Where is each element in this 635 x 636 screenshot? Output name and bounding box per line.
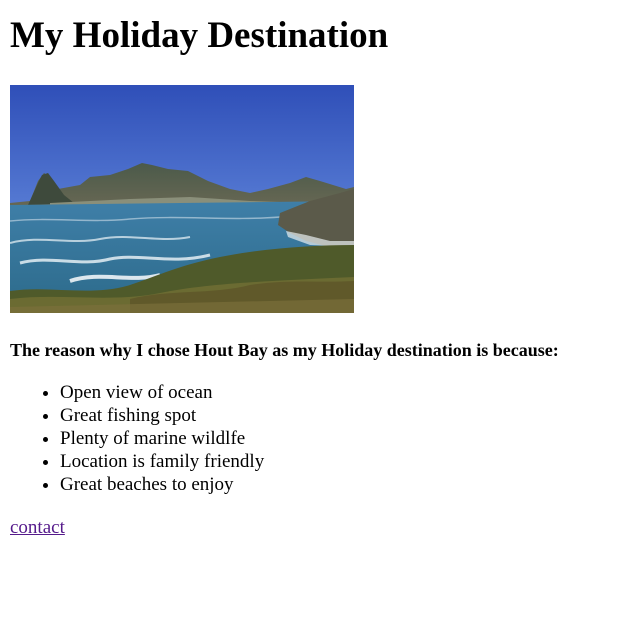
- list-item: Open view of ocean: [60, 381, 625, 404]
- list-item: Plenty of marine wildlfe: [60, 427, 625, 450]
- hout-bay-photo: [10, 85, 354, 313]
- page-content: My Holiday Destination The reason why I …: [0, 13, 635, 539]
- page-title: My Holiday Destination: [10, 15, 389, 56]
- list-item: Location is family friendly: [60, 450, 625, 473]
- contact-link[interactable]: contact: [10, 516, 65, 539]
- list-item: Great beaches to enjoy: [60, 473, 625, 496]
- reasons-list: Open view of ocean Great fishing spot Pl…: [10, 381, 625, 496]
- list-item: Great fishing spot: [60, 404, 625, 427]
- reason-heading: The reason why I chose Hout Bay as my Ho…: [10, 340, 559, 360]
